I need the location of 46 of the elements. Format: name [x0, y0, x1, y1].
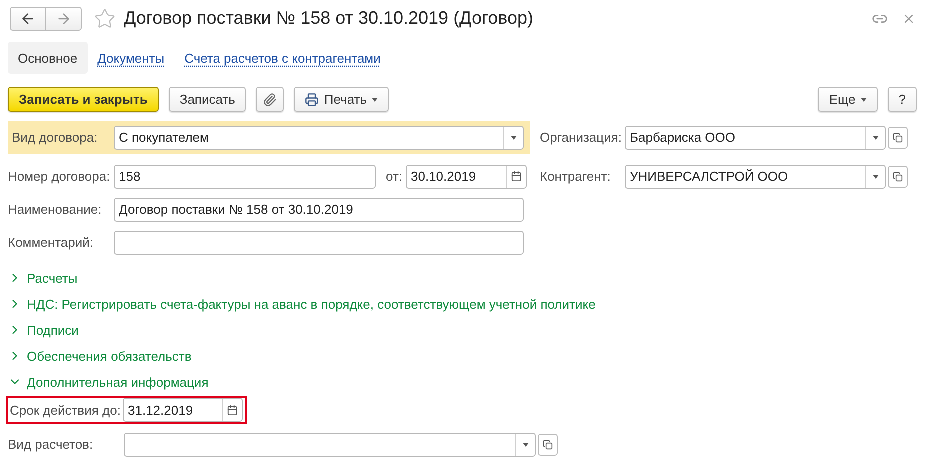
field-label: Вид договора: [12, 130, 99, 145]
more-button[interactable]: Еще [818, 87, 878, 112]
window-title: Договор поставки № 158 от 30.10.2019 (Договор) [124, 8, 535, 29]
input-field[interactable]: Договор поставки № 158 от 30.10.2019 [114, 198, 524, 222]
windows-icon [893, 172, 903, 182]
printer-icon [305, 92, 320, 106]
section-header[interactable]: Дополнительная информация [8, 369, 926, 395]
calendar-icon [227, 404, 238, 416]
field-label: Наименование: [8, 202, 103, 217]
open-button[interactable] [888, 126, 908, 148]
field-label: Номер договора: [8, 169, 112, 184]
field-label: Организация: [540, 130, 624, 145]
open-button[interactable] [888, 166, 908, 188]
toolbar-button[interactable]: Записать [168, 87, 246, 112]
input-field[interactable] [124, 432, 536, 456]
input-field[interactable]: Барбариска ООО [625, 126, 886, 150]
attach-button[interactable] [256, 87, 284, 112]
toolbar-button[interactable]: ? [888, 87, 917, 112]
input-field[interactable] [114, 230, 524, 254]
star-icon[interactable] [94, 8, 116, 30]
paperclip-icon [263, 92, 278, 106]
input-field[interactable]: 158 [114, 164, 376, 188]
section-header[interactable]: Обеспечения обязательств [8, 343, 926, 369]
arrow-right-icon [56, 10, 72, 26]
save-and-close-button[interactable]: Записать и закрыть [8, 87, 159, 112]
print-button[interactable]: Печать [294, 87, 389, 112]
input-field[interactable]: 31.12.2019 [123, 398, 243, 422]
section-header[interactable]: НДС: Регистрировать счета-фактуры на аванс в порядке, соответствующем учетной политике [8, 291, 926, 317]
input-field[interactable]: УНИВЕРСАЛСТРОЙ ООО [625, 164, 886, 188]
open-button[interactable] [538, 434, 558, 456]
field-label: Вид расчетов: [8, 437, 94, 452]
input-field[interactable]: С покупателем [114, 126, 524, 150]
windows-icon [893, 132, 903, 142]
tab[interactable]: Документы [88, 42, 175, 74]
field-label: Комментарий: [8, 235, 94, 250]
field-label: Контрагент: [540, 169, 612, 184]
tab[interactable]: Основное [8, 42, 88, 74]
tab[interactable]: Счета расчетов с контрагентами [174, 42, 391, 74]
back-button[interactable] [10, 6, 46, 30]
input-field[interactable]: 30.10.2019 [406, 164, 527, 188]
windows-icon [543, 440, 553, 450]
section-header[interactable]: Подписи [8, 317, 926, 343]
field-label: Срок действия до: [10, 402, 122, 418]
calendar-icon [511, 171, 522, 182]
section-header[interactable]: Расчеты [8, 265, 926, 291]
field-label: от: [386, 169, 404, 184]
